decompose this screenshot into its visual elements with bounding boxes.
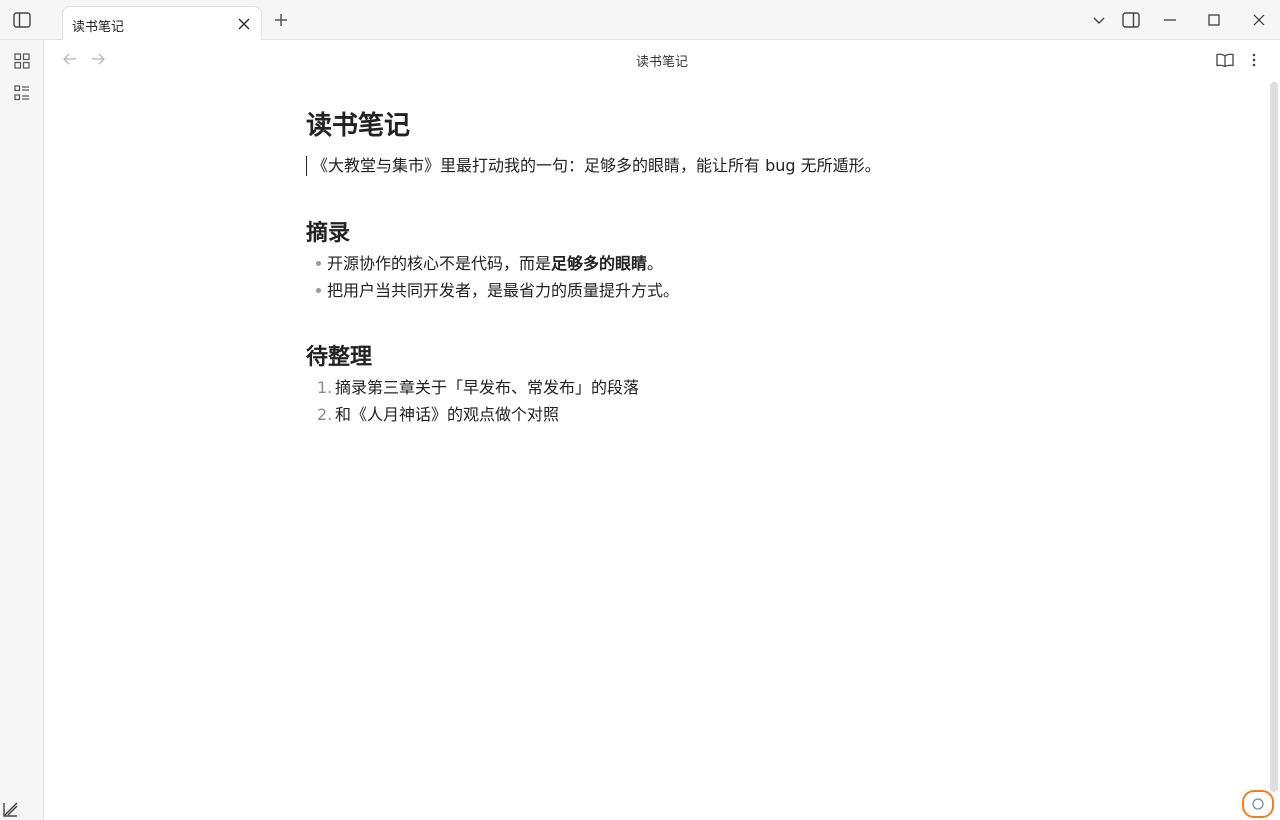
grid-icon[interactable] [12,51,32,71]
maximize-icon[interactable] [1204,10,1224,30]
list-item[interactable]: 把用户当共同开发者，是最省力的质量提升方式。 [306,277,1006,304]
list-item-text: 和《人月神话》的观点做个对照 [335,405,560,424]
list-item-text: 开源协作的核心不是代码，而是 [327,254,552,273]
bullet [316,261,321,266]
minimize-icon[interactable] [1160,10,1180,30]
sync-status-icon[interactable] [1242,790,1274,818]
list-number: 2. [317,405,333,424]
left-ribbon [0,40,44,820]
title-bar: 读书笔记 [0,0,1280,41]
sidebar-toggle-icon[interactable] [12,10,32,30]
list-number: 1. [317,378,333,397]
intro-text: 《大教堂与集市》里最打动我的一句：足够多的眼睛，能让所有 bug 无所遁形。 [312,156,881,175]
close-icon[interactable] [1249,10,1269,30]
view-title[interactable]: 读书笔记 [44,51,1280,70]
scrollbar[interactable] [1270,82,1278,792]
tab-label: 读书笔记 [72,20,125,35]
view-header: 读书笔记 [44,40,1280,78]
text-cursor [306,156,307,176]
heading-excerpts[interactable]: 摘录 [306,218,1006,250]
list-item[interactable]: 1. 摘录第三章关于「早发布、常发布」的段落 [306,374,1006,401]
help-icon[interactable] [2,800,22,820]
list-item[interactable]: 2. 和《人月神话》的观点做个对照 [306,401,1006,428]
list-item-text: 把用户当共同开发者，是最省力的质量提升方式。 [327,281,680,300]
intro-paragraph[interactable]: 《大教堂与集市》里最打动我的一句：足够多的眼睛，能让所有 bug 无所遁形。 [306,152,1006,180]
list-item-bold: 足够多的眼睛 [551,254,648,273]
more-options-icon[interactable] [1244,50,1264,70]
plus-icon[interactable] [272,11,290,29]
list-item-text: 摘录第三章关于「早发布、常发布」的段落 [335,378,640,397]
book-open-icon[interactable] [1215,50,1235,70]
tab-active[interactable]: 读书笔记 [62,6,262,41]
list-item[interactable]: 开源协作的核心不是代码，而是足够多的眼睛。 [306,250,1006,277]
list-item-text-end: 。 [647,254,664,273]
list-icon[interactable] [12,83,32,103]
heading-todo[interactable]: 待整理 [306,342,1006,374]
bullet [316,288,321,293]
chevron-down-icon[interactable] [1090,12,1108,30]
close-icon[interactable] [235,15,253,33]
note-title[interactable]: 读书笔记 [306,100,1006,152]
note-content[interactable]: 读书笔记 《大教堂与集市》里最打动我的一句：足够多的眼睛，能让所有 bug 无所… [306,100,1006,428]
right-sidebar-icon[interactable] [1121,10,1141,30]
